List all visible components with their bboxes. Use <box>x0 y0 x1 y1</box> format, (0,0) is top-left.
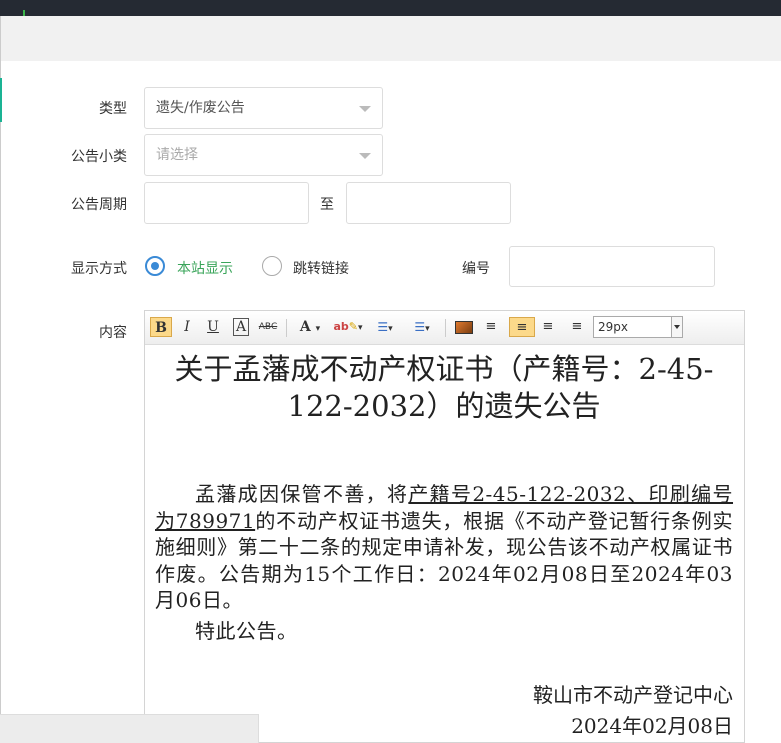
document-body: 孟藩成因保管不善，将产籍号2-45-122-2032、印刷编号为789971的不… <box>155 481 733 614</box>
document-signature: 鞍山市不动产登记中心 <box>533 683 733 707</box>
sub-header-bar <box>0 16 781 61</box>
border-text-icon[interactable]: A <box>232 317 250 337</box>
subcategory-placeholder: 请选择 <box>156 147 198 163</box>
italic-icon[interactable]: I <box>177 317 197 337</box>
document-closing: 特此公告。 <box>195 618 298 643</box>
body-text-pre: 孟藩成因保管不善，将 <box>195 482 409 506</box>
chevron-down-icon <box>359 153 371 159</box>
unordered-list-icon[interactable]: ☰▾ <box>406 317 438 337</box>
period-end-input[interactable] <box>346 182 511 224</box>
bottom-panel-tab <box>0 714 259 743</box>
bold-icon[interactable]: B <box>150 317 172 337</box>
content-label: 内容 <box>99 325 127 341</box>
highlight-icon[interactable]: ab✎▾ <box>332 317 364 337</box>
type-select[interactable]: 遗失/作废公告 <box>144 87 383 129</box>
rich-text-editor[interactable]: B I U A ABC A ▾ ab✎▾ ☰▾ ☰▾ ≡ ≡ ≡ ≡ 29px … <box>144 310 745 743</box>
left-accent <box>0 78 2 122</box>
number-label: 编号 <box>462 261 490 277</box>
period-label: 公告周期 <box>71 197 127 213</box>
left-border <box>0 61 1 743</box>
justify-icon[interactable]: ≡ <box>566 317 588 337</box>
strikethrough-icon[interactable]: ABC <box>256 317 280 337</box>
radio-jump-link-label[interactable]: 跳转链接 <box>293 258 349 278</box>
font-color-icon[interactable]: A ▾ <box>293 317 327 337</box>
align-left-icon[interactable]: ≡ <box>480 317 502 337</box>
toolbar-separator <box>445 319 446 337</box>
image-icon[interactable] <box>453 317 475 337</box>
font-size-value: 29px <box>598 320 628 334</box>
top-bar <box>0 0 781 16</box>
font-size-select[interactable]: 29px <box>593 316 683 338</box>
chevron-down-icon <box>671 317 682 337</box>
ordered-list-icon[interactable]: ☰▾ <box>369 317 401 337</box>
type-label: 类型 <box>99 101 127 117</box>
number-input[interactable] <box>509 246 715 287</box>
type-select-value: 遗失/作废公告 <box>156 100 245 116</box>
align-right-icon[interactable]: ≡ <box>537 317 559 337</box>
chevron-down-icon <box>359 106 371 112</box>
subcategory-label: 公告小类 <box>71 149 127 165</box>
underline-icon[interactable]: U <box>203 317 223 337</box>
radio-local-display[interactable] <box>145 256 165 276</box>
period-to-label: 至 <box>320 197 334 213</box>
period-start-input[interactable] <box>144 182 309 224</box>
align-center-icon[interactable]: ≡ <box>509 317 535 337</box>
radio-local-display-label[interactable]: 本站显示 <box>177 258 233 278</box>
toolbar-separator <box>286 319 287 337</box>
editor-content[interactable]: 关于孟藩成不动产权证书（产籍号：2-45-122-2032）的遗失公告 孟藩成因… <box>155 351 733 742</box>
display-label: 显示方式 <box>71 261 127 277</box>
document-title: 关于孟藩成不动产权证书（产籍号：2-45-122-2032）的遗失公告 <box>174 352 714 423</box>
subcategory-select[interactable]: 请选择 <box>144 134 383 176</box>
editor-toolbar: B I U A ABC A ▾ ab✎▾ ☰▾ ☰▾ ≡ ≡ ≡ ≡ 29px <box>145 311 744 345</box>
radio-jump-link[interactable] <box>262 256 282 276</box>
